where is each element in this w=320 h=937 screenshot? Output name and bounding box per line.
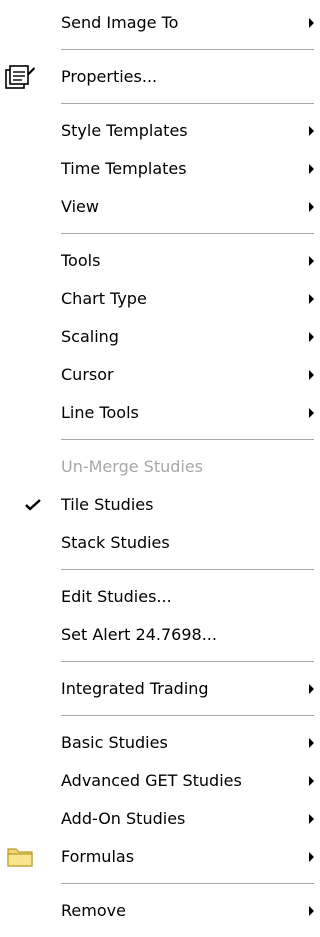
menu-item-basic-studies[interactable]: Basic Studies: [0, 724, 314, 762]
menu-item-label: Time Templates: [61, 159, 187, 178]
submenu-arrow-icon: [309, 126, 314, 136]
submenu-arrow-icon: [309, 852, 314, 862]
submenu-arrow-icon: [309, 18, 314, 28]
menu-item-stack-studies[interactable]: Stack Studies: [0, 524, 314, 562]
submenu-arrow-icon: [309, 164, 314, 174]
menu-item-add-on-studies[interactable]: Add-On Studies: [0, 800, 314, 838]
submenu-arrow-icon: [309, 370, 314, 380]
menu-separator: [0, 876, 314, 892]
submenu-arrow-icon: [309, 906, 314, 916]
menu-item-cursor[interactable]: Cursor: [0, 356, 314, 394]
menu-item-label: Add-On Studies: [61, 809, 186, 828]
menu-item-line-tools[interactable]: Line Tools: [0, 394, 314, 432]
menu-item-label: Tools: [61, 251, 101, 270]
submenu-arrow-icon: [309, 776, 314, 786]
menu-item-label: Basic Studies: [61, 733, 168, 752]
menu-separator: [0, 226, 314, 242]
menu-item-scaling[interactable]: Scaling: [0, 318, 314, 356]
menu-item-label: View: [61, 197, 99, 216]
menu-item-label: Properties...: [61, 67, 158, 86]
submenu-arrow-icon: [309, 738, 314, 748]
menu-item-style-templates[interactable]: Style Templates: [0, 112, 314, 150]
submenu-arrow-icon: [309, 814, 314, 824]
submenu-arrow-icon: [309, 408, 314, 418]
menu-separator: [0, 654, 314, 670]
menu-item-label: Send Image To: [61, 13, 179, 32]
menu-item-label: Tile Studies: [61, 495, 154, 514]
menu-item-set-alert[interactable]: Set Alert 24.7698...: [0, 616, 314, 654]
folder-icon: [7, 848, 33, 867]
submenu-arrow-icon: [309, 332, 314, 342]
submenu-arrow-icon: [309, 294, 314, 304]
menu-item-tools[interactable]: Tools: [0, 242, 314, 280]
menu-item-time-templates[interactable]: Time Templates: [0, 150, 314, 188]
menu-item-label: Un-Merge Studies: [61, 457, 204, 476]
menu-separator: [0, 562, 314, 578]
properties-icon: [5, 65, 35, 89]
menu-separator: [0, 42, 314, 58]
menu-item-label: Scaling: [61, 327, 119, 346]
menu-item-label: Cursor: [61, 365, 114, 384]
menu-item-edit-studies[interactable]: Edit Studies...: [0, 578, 314, 616]
menu-item-label: Style Templates: [61, 121, 188, 140]
menu-separator: [0, 708, 314, 724]
menu-item-label: Integrated Trading: [61, 679, 209, 698]
menu-item-label: Remove: [61, 901, 126, 920]
submenu-arrow-icon: [309, 256, 314, 266]
menu-item-label: Stack Studies: [61, 533, 170, 552]
menu-item-label: Edit Studies...: [61, 587, 172, 606]
menu-item-label: Set Alert 24.7698...: [61, 625, 217, 644]
menu-item-formulas[interactable]: Formulas: [0, 838, 314, 876]
menu-separator: [0, 96, 314, 112]
context-menu: Send Image To Properties... Style Templa…: [0, 0, 314, 937]
menu-item-view[interactable]: View: [0, 188, 314, 226]
menu-item-integrated-trading[interactable]: Integrated Trading: [0, 670, 314, 708]
menu-item-label: Formulas: [61, 847, 135, 866]
menu-item-chart-type[interactable]: Chart Type: [0, 280, 314, 318]
menu-item-un-merge-studies: Un-Merge Studies: [0, 448, 314, 486]
menu-item-advanced-get-studies[interactable]: Advanced GET Studies: [0, 762, 314, 800]
menu-item-tile-studies[interactable]: Tile Studies: [0, 486, 314, 524]
menu-item-label: Chart Type: [61, 289, 147, 308]
menu-item-label: Advanced GET Studies: [61, 771, 242, 790]
checkmark-icon: [25, 499, 41, 511]
submenu-arrow-icon: [309, 202, 314, 212]
menu-item-send-image-to[interactable]: Send Image To: [0, 4, 314, 42]
menu-separator: [0, 432, 314, 448]
menu-item-label: Line Tools: [61, 403, 139, 422]
submenu-arrow-icon: [309, 684, 314, 694]
menu-item-properties[interactable]: Properties...: [0, 58, 314, 96]
menu-item-remove[interactable]: Remove: [0, 892, 314, 930]
